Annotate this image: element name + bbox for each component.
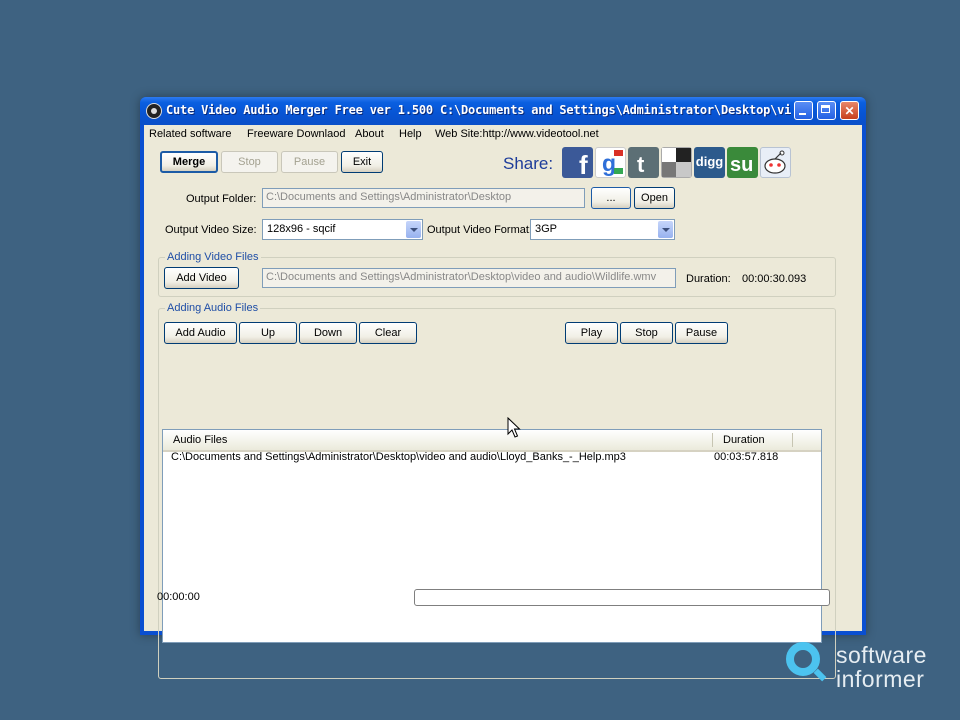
menu-help[interactable]: Help bbox=[399, 128, 422, 140]
merge-button[interactable]: Merge bbox=[160, 151, 218, 173]
desktop: { "window": { "title": "Cute Video Audio… bbox=[0, 0, 960, 720]
share-label: Share: bbox=[503, 154, 554, 173]
pause-button[interactable]: Pause bbox=[281, 151, 338, 173]
output-format-value: 3GP bbox=[535, 223, 558, 235]
output-format-select[interactable]: 3GP bbox=[530, 219, 675, 240]
output-folder-label: Output Folder: bbox=[186, 193, 257, 205]
facebook-icon[interactable]: f bbox=[562, 147, 593, 180]
technorati-icon[interactable]: t bbox=[628, 147, 659, 178]
chevron-down-icon[interactable] bbox=[658, 221, 673, 238]
stop-button[interactable]: Stop bbox=[221, 151, 278, 173]
column-divider[interactable] bbox=[792, 433, 793, 447]
menu-about[interactable]: About bbox=[355, 128, 384, 140]
column-divider[interactable] bbox=[712, 433, 713, 447]
browse-button[interactable]: ... bbox=[591, 187, 631, 209]
svg-text:f: f bbox=[579, 150, 588, 178]
menu-bar: Related software Freeware Downlaod About… bbox=[144, 125, 862, 143]
move-down-button[interactable]: Down bbox=[299, 322, 357, 344]
google-icon[interactable]: g bbox=[595, 147, 626, 178]
open-folder-button[interactable]: Open bbox=[634, 187, 675, 209]
mouse-cursor-icon bbox=[507, 417, 521, 438]
column-duration[interactable]: Duration bbox=[723, 434, 765, 446]
audio-files-list[interactable]: Audio Files Duration C:\Documents and Se… bbox=[162, 429, 822, 643]
video-group-title: Adding Video Files bbox=[165, 251, 261, 263]
reddit-icon[interactable] bbox=[760, 147, 791, 178]
audio-group-title: Adding Audio Files bbox=[165, 302, 261, 314]
stumbleupon-icon[interactable]: su bbox=[727, 147, 758, 178]
digg-icon[interactable]: digg bbox=[694, 147, 725, 178]
menu-related-software[interactable]: Related software bbox=[149, 128, 232, 140]
video-duration-value: 00:00:30.093 bbox=[742, 273, 807, 285]
move-up-button[interactable]: Up bbox=[239, 322, 297, 344]
maximize-button[interactable] bbox=[817, 101, 836, 120]
list-header: Audio Files Duration bbox=[163, 430, 821, 452]
merge-progress-bar bbox=[414, 589, 830, 606]
app-window: Cute Video Audio Merger Free ver 1.500 C… bbox=[140, 97, 866, 679]
software-informer-watermark: software informer bbox=[786, 640, 956, 696]
audio-row-file[interactable]: C:\Documents and Settings\Administrator\… bbox=[171, 451, 626, 463]
exit-button[interactable]: Exit bbox=[341, 151, 383, 173]
window-title: Cute Video Audio Merger Free ver 1.500 C… bbox=[166, 103, 791, 117]
audio-row-duration[interactable]: 00:03:57.818 bbox=[714, 451, 778, 463]
film-reel-icon bbox=[146, 103, 162, 119]
audio-pause-button[interactable]: Pause bbox=[675, 322, 728, 344]
watermark-line1: software bbox=[836, 642, 927, 668]
output-size-select[interactable]: 128x96 - sqcif bbox=[262, 219, 423, 240]
play-button[interactable]: Play bbox=[565, 322, 618, 344]
column-audio-files[interactable]: Audio Files bbox=[173, 434, 227, 446]
add-video-button[interactable]: Add Video bbox=[164, 267, 239, 289]
search-magnifier-icon bbox=[786, 642, 820, 676]
add-audio-button[interactable]: Add Audio bbox=[164, 322, 237, 344]
output-format-label: Output Video Format: bbox=[427, 224, 532, 236]
chevron-down-icon[interactable] bbox=[406, 221, 421, 238]
output-size-value: 128x96 - sqcif bbox=[267, 223, 336, 235]
minimize-button[interactable] bbox=[794, 101, 813, 120]
video-duration-label: Duration: bbox=[686, 273, 731, 285]
delicious-icon[interactable] bbox=[661, 147, 692, 178]
title-bar[interactable]: Cute Video Audio Merger Free ver 1.500 C… bbox=[140, 97, 866, 125]
output-size-label: Output Video Size: bbox=[165, 224, 257, 236]
svg-text:t: t bbox=[637, 152, 645, 177]
output-folder-field[interactable]: C:\Documents and Settings\Administrator\… bbox=[262, 188, 585, 208]
menu-website[interactable]: Web Site:http://www.videotool.net bbox=[435, 128, 599, 140]
audio-stop-button[interactable]: Stop bbox=[620, 322, 673, 344]
svg-text:su: su bbox=[730, 154, 753, 176]
close-button[interactable]: ✕ bbox=[840, 101, 859, 120]
clear-button[interactable]: Clear bbox=[359, 322, 417, 344]
elapsed-time: 00:00:00 bbox=[157, 591, 200, 603]
menu-freeware-download[interactable]: Freeware Downlaod bbox=[247, 128, 345, 140]
svg-text:g: g bbox=[602, 150, 616, 176]
video-path-field[interactable]: C:\Documents and Settings\Administrator\… bbox=[262, 268, 676, 288]
watermark-line2: informer bbox=[836, 666, 925, 692]
